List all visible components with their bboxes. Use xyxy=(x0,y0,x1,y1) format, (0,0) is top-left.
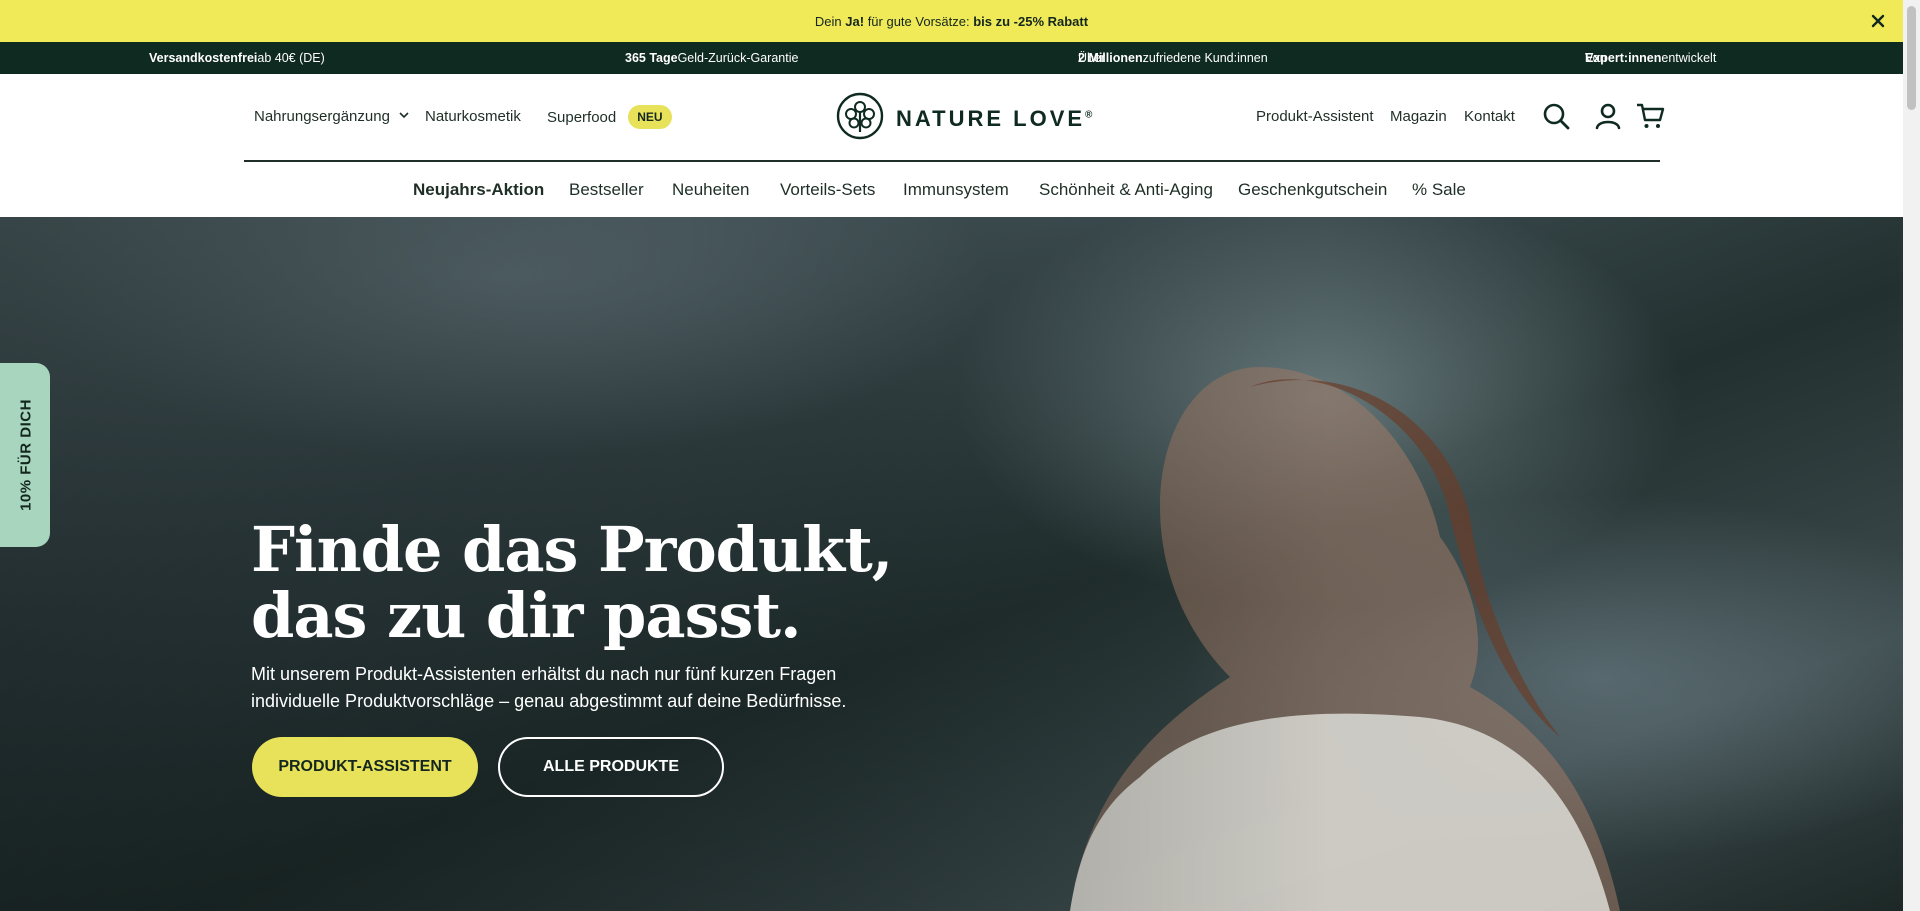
category-bestseller[interactable]: Bestseller xyxy=(569,180,644,200)
nav-magazin[interactable]: Magazin xyxy=(1390,108,1447,125)
account-icon[interactable] xyxy=(1593,101,1623,131)
nav-naturkosmetik-label: Naturkosmetik xyxy=(425,108,521,125)
nav-nahrungsergaenzung-label: Nahrungsergänzung xyxy=(254,108,390,125)
nav-naturkosmetik[interactable]: Naturkosmetik xyxy=(425,108,521,125)
logo-wordmark: NATURE LOVE xyxy=(896,105,1086,131)
hero-banner: Finde das Produkt, das zu dir passt. Mit… xyxy=(0,217,1903,911)
usp-guarantee-rest: Geld-Zurück-Garantie xyxy=(677,51,799,65)
cart-icon[interactable] xyxy=(1635,101,1665,131)
usp-experts-rest: entwickelt xyxy=(1661,51,1717,65)
chevron-down-icon xyxy=(398,108,410,125)
hero-title: Finde das Produkt, das zu dir passt. xyxy=(251,517,951,649)
site-header: Nahrungsergänzung Naturkosmetik Superfoo… xyxy=(0,74,1903,160)
usp-customers: Über 2 Millionen zufriedene Kund:innen xyxy=(1078,51,1268,65)
usp-customers-pre: Über xyxy=(1078,51,1106,65)
logo-text: NATURE LOVE® xyxy=(896,106,1092,132)
discount-side-tab[interactable]: 10% FÜR DICH xyxy=(0,363,50,547)
nav-produkt-assistent[interactable]: Produkt-Assistent xyxy=(1256,108,1374,125)
hero-title-line1: Finde das Produkt, xyxy=(251,513,893,586)
announcement-middle: für gute Vorsätze: xyxy=(864,13,974,29)
category-nav: Neujahrs-Aktion Bestseller Neuheiten Vor… xyxy=(0,162,1903,217)
nav-superfood[interactable]: Superfood NEU xyxy=(547,105,672,129)
nav-nahrungsergaenzung[interactable]: Nahrungsergänzung xyxy=(254,108,410,125)
usp-customers-rest: zufriedene Kund:innen xyxy=(1142,51,1268,65)
nav-magazin-label: Magazin xyxy=(1390,108,1447,125)
nav-produkt-assistent-label: Produkt-Assistent xyxy=(1256,108,1374,125)
category-neujahrs-aktion[interactable]: Neujahrs-Aktion xyxy=(413,180,544,200)
search-icon[interactable] xyxy=(1541,101,1571,131)
usp-shipping: Versandkostenfrei ab 40€ (DE) xyxy=(149,51,325,65)
hero-subtitle-line2: individuelle Produktvorschläge – genau a… xyxy=(251,691,847,711)
category-sale[interactable]: % Sale xyxy=(1412,180,1466,200)
announcement-ja: Ja! xyxy=(845,13,865,29)
category-neuheiten[interactable]: Neuheiten xyxy=(672,180,750,200)
hero-subtitle: Mit unserem Produkt-Assistenten erhältst… xyxy=(251,661,891,715)
hero-title-line2: das zu dir passt. xyxy=(251,579,802,652)
scrollbar-thumb[interactable] xyxy=(1907,6,1916,110)
alle-produkte-button[interactable]: ALLE PRODUKTE xyxy=(498,737,724,797)
hero-subtitle-line1: Mit unserem Produkt-Assistenten erhältst… xyxy=(251,664,837,684)
announcement-text: Dein Ja! für gute Vorsätze: bis zu -25% … xyxy=(815,14,1088,29)
nav-superfood-label: Superfood xyxy=(547,108,617,126)
nav-kontakt[interactable]: Kontakt xyxy=(1464,108,1515,125)
site-logo[interactable]: NATURE LOVE® xyxy=(836,92,1092,145)
produkt-assistent-button[interactable]: PRODUKT-ASSISTENT xyxy=(252,737,478,797)
announcement-prefix: Dein xyxy=(814,13,846,29)
close-icon[interactable] xyxy=(1867,10,1889,32)
page-scrollbar[interactable] xyxy=(1903,0,1920,911)
category-geschenkgutschein[interactable]: Geschenkgutschein xyxy=(1238,180,1387,200)
nav-kontakt-label: Kontakt xyxy=(1464,108,1515,125)
category-vorteils-sets[interactable]: Vorteils-Sets xyxy=(780,180,875,200)
new-badge: NEU xyxy=(628,105,672,129)
usp-guarantee-bold: 365 Tage xyxy=(625,51,678,65)
usp-experts: Von Expert:innen entwickelt xyxy=(1585,51,1716,65)
usp-shipping-bold: Versandkostenfrei xyxy=(149,51,258,65)
announcement-bar: Dein Ja! für gute Vorsätze: bis zu -25% … xyxy=(0,0,1903,42)
announcement-highlight: bis zu -25% Rabatt xyxy=(973,13,1089,29)
logo-emblem-icon xyxy=(836,92,884,145)
discount-side-tab-label: 10% FÜR DICH xyxy=(17,399,35,511)
usp-bar: Versandkostenfrei ab 40€ (DE) 365 Tage G… xyxy=(0,42,1903,74)
usp-experts-pre: Von xyxy=(1585,51,1607,65)
usp-shipping-rest: ab 40€ (DE) xyxy=(257,51,325,65)
logo-registered-mark: ® xyxy=(1085,109,1093,121)
usp-guarantee: 365 Tage Geld-Zurück-Garantie xyxy=(625,51,798,65)
category-immunsystem[interactable]: Immunsystem xyxy=(903,180,1009,200)
category-schoenheit-anti-aging[interactable]: Schönheit & Anti-Aging xyxy=(1039,180,1213,200)
